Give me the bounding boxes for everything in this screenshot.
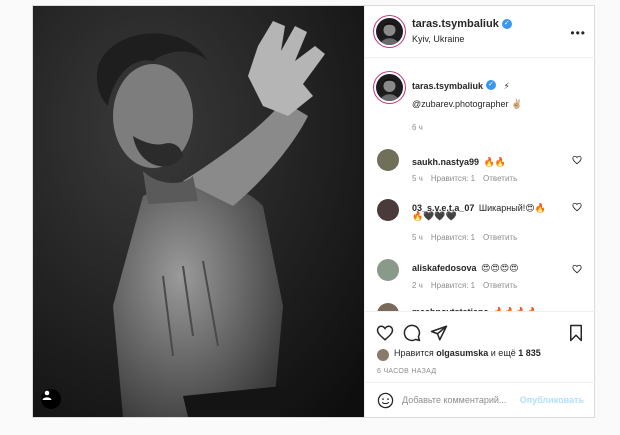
comment-meta: 5 ч Нравится: 1 Ответить: [412, 233, 525, 242]
comment-row: aliskafedosova 😍😍😍😍: [412, 258, 519, 276]
commenter-avatar[interactable]: [377, 149, 399, 171]
comment-username[interactable]: aliskafedosova: [412, 263, 477, 273]
comment-time: 5 ч: [412, 233, 423, 242]
comment-username[interactable]: saukh.nastya99: [412, 157, 479, 167]
comment-text: 😍😍😍😍: [481, 263, 519, 273]
verified-icon: ✓: [486, 79, 497, 90]
likes-summary[interactable]: Нравится olgasumska и ещё 1 835: [394, 348, 541, 358]
comment-likes[interactable]: Нравится: 1: [431, 174, 475, 183]
emoji-icon[interactable]: [377, 392, 394, 409]
verified-icon: ✓: [501, 19, 512, 30]
comment-meta: 2 ч Нравится: 1 Ответить: [412, 281, 525, 290]
caption-username[interactable]: taras.tsymbaliuk: [412, 81, 483, 91]
author-avatar[interactable]: [376, 18, 403, 45]
comment-meta: 5 ч Нравится: 1 Ответить: [412, 174, 525, 183]
comment-reply-button[interactable]: Ответить: [483, 281, 517, 290]
bookmark-icon[interactable]: [568, 324, 584, 342]
author-username-row: taras.tsymbaliuk ✓: [412, 18, 512, 30]
comment-row: mashnovtstatiana 🔥🔥🔥🔥: [412, 302, 538, 311]
comments-list[interactable]: taras.tsymbaliuk ✓ ⚡ @zubarev.photographe…: [365, 59, 596, 311]
add-comment-bar: Опубликовать: [365, 382, 596, 418]
comment-time: 2 ч: [412, 281, 423, 290]
comment-likes[interactable]: Нравится: 1: [431, 281, 475, 290]
likes-prefix: Нравится: [394, 348, 434, 358]
caption-emoji: ⚡: [503, 81, 510, 91]
post-photo[interactable]: [33, 6, 364, 417]
caption-text: @zubarev.photographer ✌🏼: [412, 99, 523, 109]
post-actions: Нравится olgasumska и ещё 1 835 6 ЧАСОВ …: [365, 311, 596, 417]
caption-avatar[interactable]: [376, 74, 403, 101]
comment-input[interactable]: [402, 392, 522, 408]
liker-avatar[interactable]: [377, 349, 389, 361]
commenter-avatar[interactable]: [377, 303, 399, 311]
comment-row: saukh.nastya99 🔥🔥: [412, 152, 506, 170]
commenter-avatar[interactable]: [377, 199, 399, 221]
comment-likes[interactable]: Нравится: 1: [431, 233, 475, 242]
comment-time: 5 ч: [412, 174, 423, 183]
caption-header: taras.tsymbaliuk ✓ ⚡: [412, 76, 510, 94]
heart-icon[interactable]: [376, 324, 394, 342]
comment-reply-button[interactable]: Ответить: [483, 233, 517, 242]
heart-icon[interactable]: [572, 155, 582, 165]
post-modal: taras.tsymbaliuk ✓ Kyiv, Ukraine ••• tara…: [32, 5, 596, 418]
commenter-avatar[interactable]: [377, 259, 399, 281]
share-icon[interactable]: [430, 324, 448, 342]
user-tag-icon[interactable]: [41, 389, 61, 409]
post-comment-button[interactable]: Опубликовать: [520, 395, 584, 405]
comment-text: 🔥🔥: [483, 157, 506, 167]
post-side-panel: taras.tsymbaliuk ✓ Kyiv, Ukraine ••• tara…: [364, 6, 596, 417]
more-icon[interactable]: •••: [570, 26, 586, 40]
likes-user[interactable]: olgasumska: [436, 348, 488, 358]
caption-time: 6 ч: [412, 123, 423, 132]
photo-illustration: [33, 6, 364, 417]
comment-reply-button[interactable]: Ответить: [483, 174, 517, 183]
heart-icon[interactable]: [572, 264, 582, 274]
post-time-ago[interactable]: 6 ЧАСОВ НАЗАД: [377, 368, 436, 375]
post-location[interactable]: Kyiv, Ukraine: [412, 34, 464, 44]
comment-text: Шикарный!😍🔥: [478, 203, 546, 213]
heart-icon[interactable]: [572, 202, 582, 212]
likes-count[interactable]: 1 835: [518, 348, 541, 358]
comment-icon[interactable]: [403, 324, 421, 342]
author-username[interactable]: taras.tsymbaliuk: [412, 18, 499, 30]
likes-middle: и ещё: [490, 348, 516, 358]
post-header: taras.tsymbaliuk ✓ Kyiv, Ukraine •••: [365, 6, 596, 58]
comment-text-continued: 🔥🖤🖤🖤: [412, 211, 457, 221]
